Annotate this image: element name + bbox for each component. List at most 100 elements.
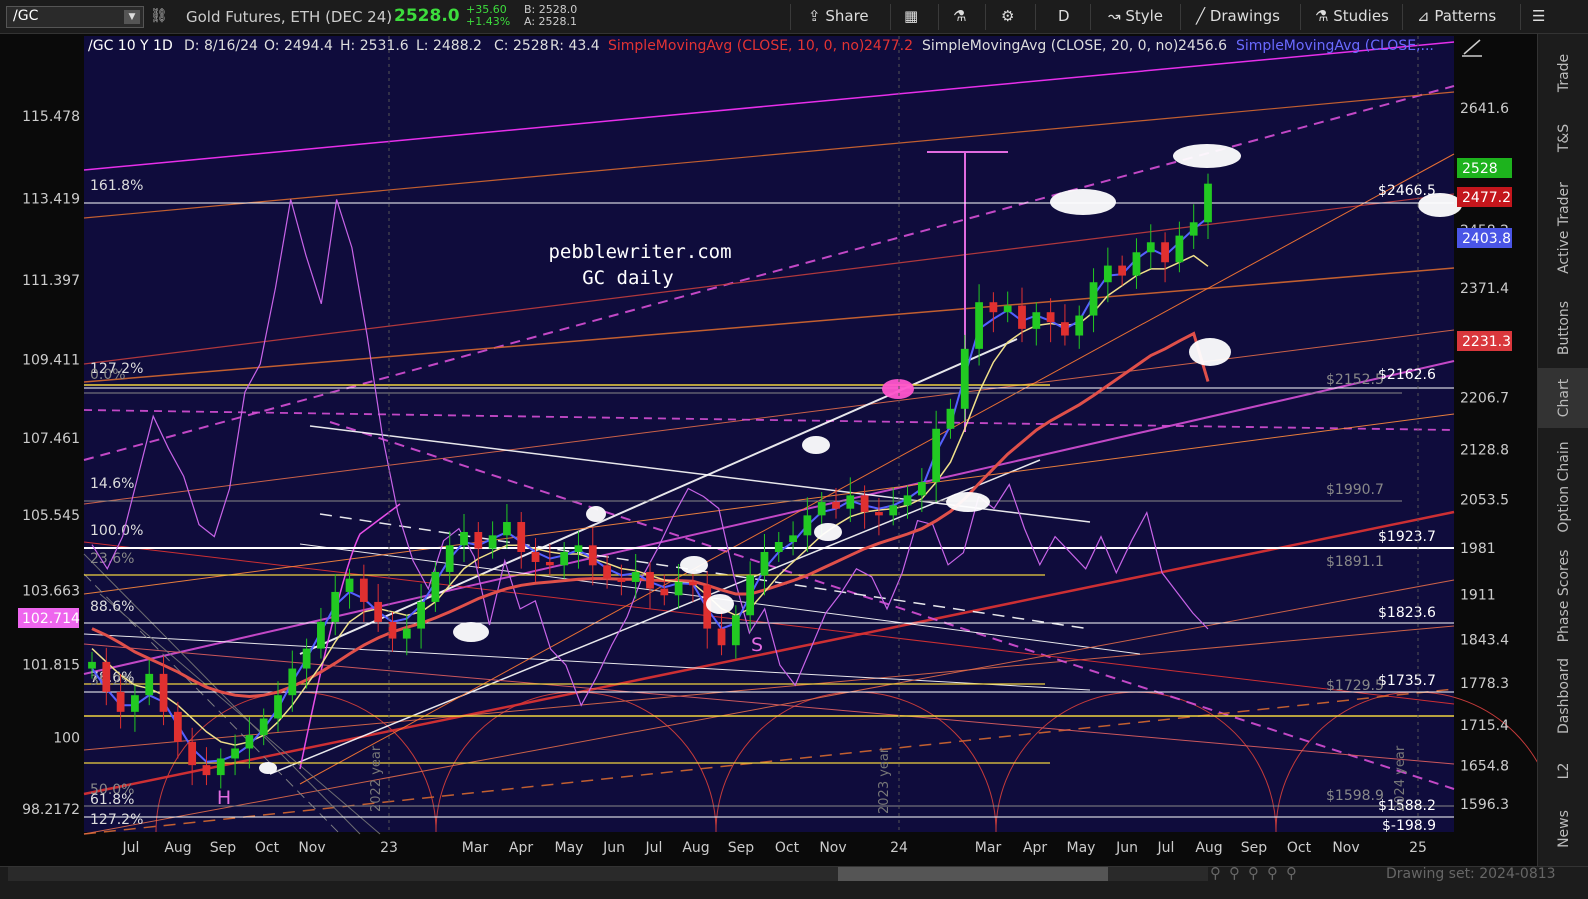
symbol-input[interactable]: /GC ▼ [6, 6, 144, 28]
studies-button[interactable]: ⚗ Studies [1315, 7, 1389, 25]
x-tick-label: Apr [1023, 840, 1047, 856]
menu-button[interactable]: ☰ [1532, 7, 1545, 25]
studies-flask-button[interactable]: ⚗ [953, 7, 966, 25]
tab-trade[interactable]: Trade [1538, 38, 1588, 108]
drawings-label: Drawings [1209, 7, 1281, 25]
candle-body [832, 502, 840, 509]
tab-option-chain[interactable]: Option Chain [1538, 428, 1588, 546]
patterns-icon: ⊿ [1417, 7, 1430, 25]
price-badge: 2477.2 [1457, 187, 1512, 207]
y-left-tick-label: 113.419 [22, 192, 80, 208]
tab-label: T&S [1555, 123, 1572, 153]
candle-body [1003, 305, 1012, 313]
fib-label: 0.0% [90, 367, 126, 383]
candle-body [1089, 282, 1098, 316]
x-tick-label: 25 [1409, 840, 1427, 856]
candle-body [417, 601, 425, 629]
candle-body [131, 695, 139, 712]
header-open: O: 2494.4 [264, 38, 333, 54]
fib-label: 88.6% [90, 599, 134, 615]
candle-body [674, 581, 683, 596]
x-tick-label: Oct [1287, 840, 1312, 856]
bottom-bar: ⚲⚲⚲⚲⚲ Drawing set: 2024-0813 [0, 864, 1588, 899]
candle-body [517, 522, 526, 552]
scrollbar-thumb[interactable] [838, 867, 1108, 881]
style-icon: ↝ [1108, 7, 1121, 25]
candle-body [445, 545, 454, 572]
candle-body [631, 571, 640, 582]
change-percent: +1.43% [466, 15, 511, 28]
symbol-text: /GC [13, 8, 39, 24]
candle-body [288, 668, 297, 696]
ellipse-marker [586, 506, 606, 522]
x-tick-label: Mar [462, 840, 489, 856]
candle-body [388, 621, 397, 639]
level-label: $1598.9 [1326, 788, 1384, 804]
ellipse-marker [1050, 189, 1116, 215]
price-badge-value: 2528 [1462, 161, 1498, 177]
fib-label: 14.6% [90, 476, 134, 492]
x-tick-label: 23 [380, 840, 398, 856]
settings-button[interactable]: ⚙ [1001, 7, 1014, 25]
candle-body [460, 532, 468, 546]
x-tick-label: Jul [1157, 840, 1175, 856]
tab-news[interactable]: News [1538, 796, 1588, 862]
sma20-label[interactable]: SimpleMovingAvg (CLOSE, 20, 0, no) [922, 38, 1178, 54]
candle-body [474, 532, 483, 549]
tab-phase-scores[interactable]: Phase Scores [1538, 546, 1588, 646]
y-left-tick-label: 98.2172 [22, 802, 80, 818]
candle-body [317, 621, 325, 649]
candle-body [159, 673, 168, 712]
candle-body [817, 502, 826, 516]
candle-body [188, 741, 197, 766]
chart-title: pebblewriter.com [548, 241, 731, 263]
cycle-label: 2022 year [369, 745, 384, 812]
share-icon: ⇪ [808, 7, 821, 25]
candle-body [860, 495, 869, 513]
studies-label: Studies [1333, 7, 1389, 25]
ellipse-marker [1173, 144, 1241, 168]
drawings-button[interactable]: ╱ Drawings [1196, 7, 1280, 25]
y-left-tick-label: 103.663 [22, 583, 80, 599]
candle-body [760, 551, 769, 576]
candle-body [531, 551, 540, 562]
tab-t-s[interactable]: T&S [1538, 108, 1588, 168]
horizontal-scrollbar[interactable] [8, 867, 1208, 881]
tab-active-trader[interactable]: Active Trader [1538, 168, 1588, 288]
chart-area[interactable]: 161.8%127.2%0.0%14.6%100.0%23.6%88.6%78.… [0, 34, 1537, 866]
x-tick-label: Aug [1195, 840, 1222, 856]
candle-body [331, 591, 340, 622]
candle-body [917, 482, 926, 496]
sma-more-label[interactable]: SimpleMovingAvg (CLOSE,... [1236, 38, 1434, 54]
header-info: /GC 10 Y 1D [88, 38, 173, 54]
tab-buttons[interactable]: Buttons [1538, 288, 1588, 368]
flask-icon: ⚗ [1315, 7, 1329, 25]
tab-label: Dashboard [1555, 658, 1572, 734]
grid-layout-button[interactable]: ▦ [904, 7, 918, 25]
tab-dashboard[interactable]: Dashboard [1538, 646, 1588, 746]
y-left-tick-label: 101.815 [22, 658, 80, 674]
style-button[interactable]: ↝ Style [1108, 7, 1163, 25]
chevron-down-icon[interactable]: ▼ [124, 10, 140, 24]
candle-body [889, 505, 898, 516]
ellipse-marker [814, 523, 842, 541]
sma20-value: 2456.6 [1178, 38, 1227, 54]
y-tick-label: 2206.7 [1460, 391, 1509, 407]
candle-body [689, 581, 697, 586]
x-tick-label: Sep [728, 840, 755, 856]
price-badge-value: 2231.3 [1462, 334, 1511, 350]
period-button[interactable]: D [1058, 7, 1070, 25]
share-button[interactable]: ⇪ Share [808, 7, 869, 25]
patterns-label: Patterns [1434, 7, 1497, 25]
link-icon[interactable]: ⛓ [150, 8, 168, 24]
toolbar-divider [1035, 4, 1036, 30]
tab-chart[interactable]: Chart [1538, 368, 1588, 428]
tab-l2[interactable]: L2 [1538, 746, 1588, 796]
sma10-label[interactable]: SimpleMovingAvg (CLOSE, 10, 0, no) [608, 38, 864, 54]
x-tick-label: Oct [255, 840, 280, 856]
candle-body [216, 758, 225, 776]
zoom-icons[interactable]: ⚲⚲⚲⚲⚲ [1210, 864, 1305, 882]
chart-subtitle: GC daily [582, 267, 674, 289]
patterns-button[interactable]: ⊿ Patterns [1417, 7, 1496, 25]
tab-label: L2 [1555, 762, 1572, 780]
